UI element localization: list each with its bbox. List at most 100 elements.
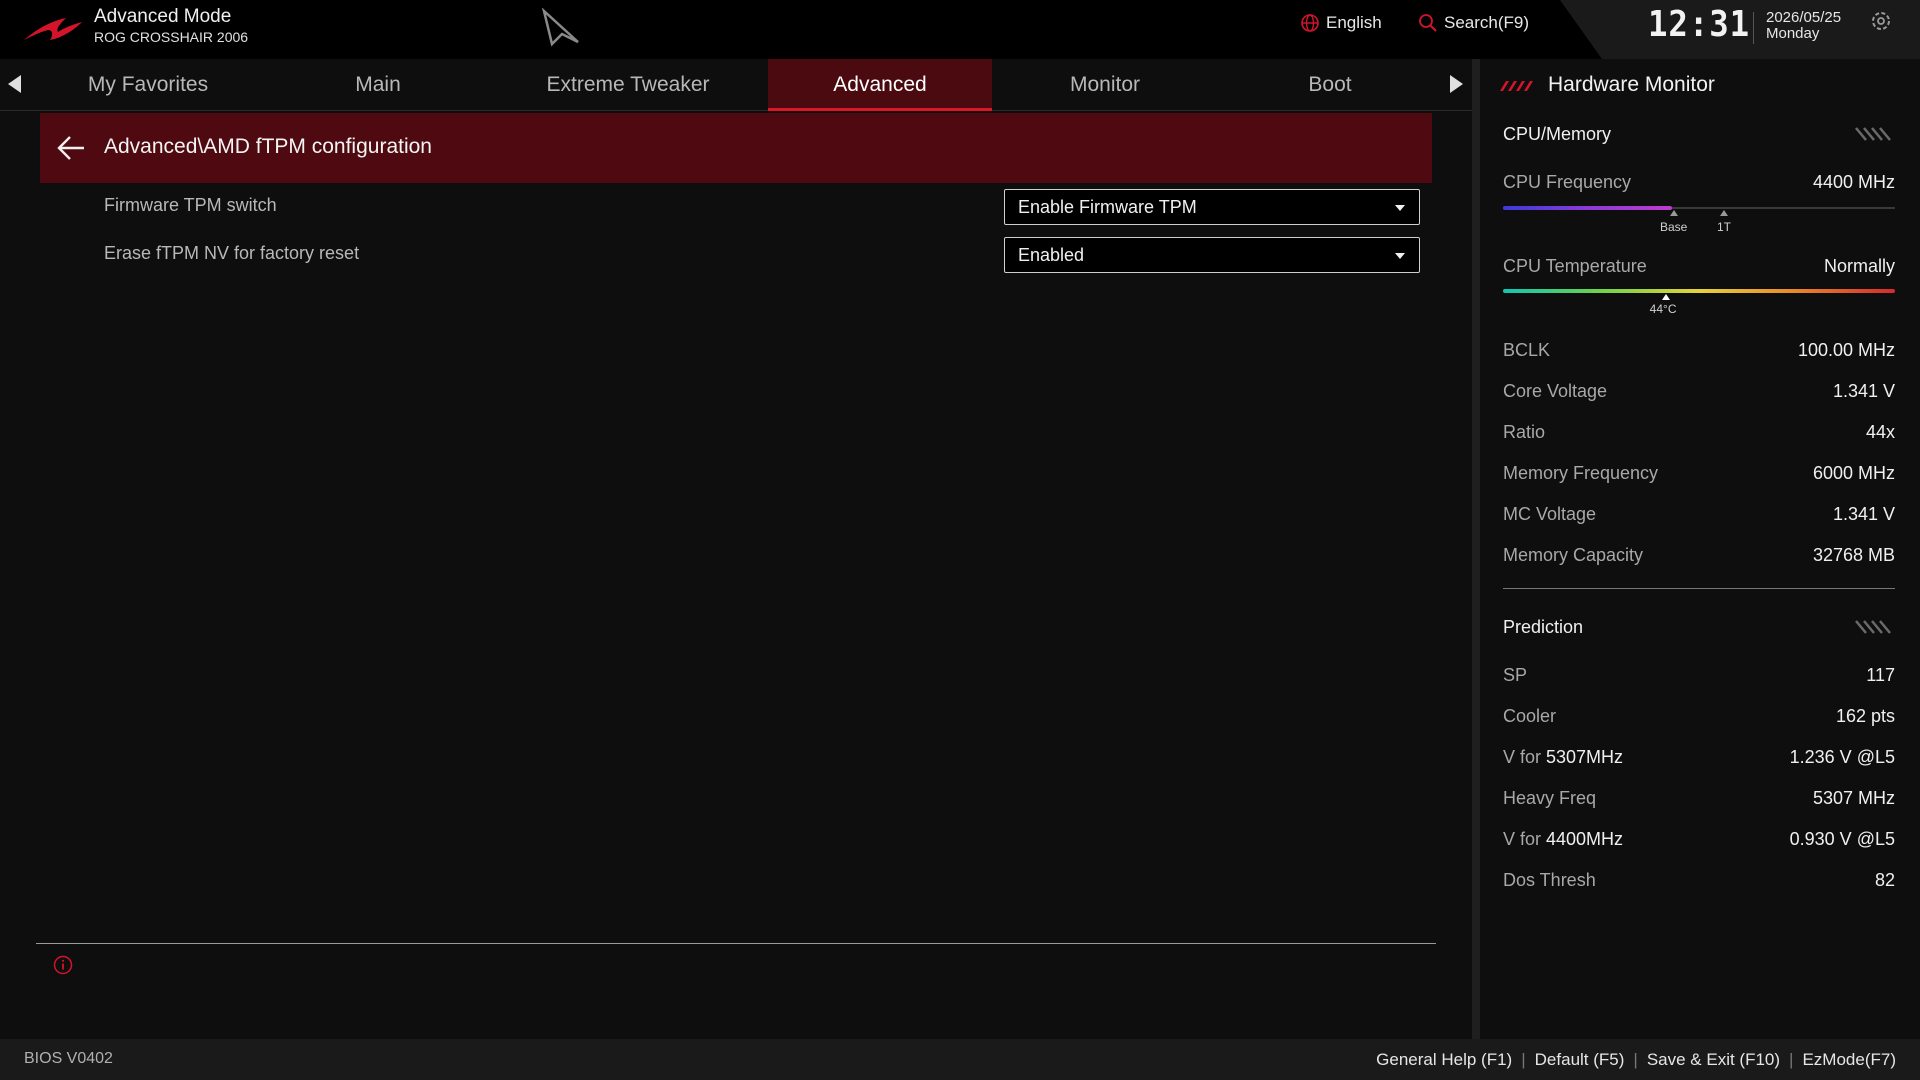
search-button[interactable]: Search(F9) <box>1418 13 1529 33</box>
top-bar: Advanced Mode ROG CROSSHAIR 2006 English… <box>0 0 1920 59</box>
globe-icon <box>1301 14 1319 32</box>
hw-value: 32768 MB <box>1812 545 1895 565</box>
setting-row-firmware-tpm: Firmware TPM switch Enable Firmware TPM <box>40 185 1432 229</box>
setting-row-erase-ftpm: Erase fTPM NV for factory reset Enabled <box>40 233 1432 277</box>
hw-value: 6000 MHz <box>1812 463 1895 483</box>
tab-scroll-right-icon[interactable] <box>1450 75 1463 93</box>
settings-icon[interactable] <box>1870 10 1892 32</box>
default-button[interactable]: Default (F5) <box>1535 1050 1625 1070</box>
breadcrumb-path: Advanced\AMD fTPM configuration <box>104 135 432 158</box>
clock: 12:31 <box>1648 4 1751 45</box>
footer-actions: General Help (F1) | Default (F5) | Save … <box>1376 1050 1896 1070</box>
hw-label: Memory Frequency <box>1503 463 1659 483</box>
bclk-row: BCLK 100.00 MHz <box>1503 340 1895 364</box>
footer-separator: | <box>1789 1050 1794 1069</box>
hw-value: Normally <box>1823 256 1895 276</box>
hw-value: 0.930 V @L5 <box>1789 829 1895 849</box>
hw-label: CPU Frequency <box>1503 172 1632 192</box>
cpu-frequency-fill <box>1503 206 1672 210</box>
hw-value: 1.236 V @L5 <box>1789 747 1895 767</box>
hw-label: Heavy Freq <box>1503 788 1597 808</box>
hw-value: 117 <box>1866 665 1895 685</box>
1t-marker-label: 1T <box>1717 220 1732 234</box>
firmware-tpm-select[interactable]: Enable Firmware TPM <box>1004 189 1420 225</box>
hw-label: CPU Temperature <box>1503 256 1647 276</box>
hw-value: 82 <box>1874 870 1895 890</box>
memory-capacity-row: Memory Capacity 32768 MB <box>1503 545 1895 569</box>
cpu-frequency-row: CPU Frequency 4400 MHz <box>1503 172 1895 196</box>
section-prediction: Prediction <box>1503 617 1584 637</box>
hw-label: MC Voltage <box>1503 504 1597 524</box>
date-text: 2026/05/25 <box>1766 9 1842 26</box>
hw-label: SP <box>1503 665 1528 685</box>
hw-label: BCLK <box>1503 340 1551 360</box>
date-block: 2026/05/25 Monday <box>1766 10 1841 42</box>
tab-main[interactable]: Main <box>266 59 490 111</box>
sp-row: SP 117 <box>1503 665 1895 689</box>
ezmode-button[interactable]: EzMode(F7) <box>1802 1050 1896 1070</box>
hw-label-freq: 5307MHz <box>1546 747 1624 767</box>
bottom-bar: BIOS V0402 General Help (F1) | Default (… <box>0 1039 1920 1080</box>
hw-label: V for 4400MHz <box>1503 829 1623 850</box>
hardware-monitor-title: Hardware Monitor <box>1548 73 1715 96</box>
erase-ftpm-select[interactable]: Enabled <box>1004 237 1420 273</box>
general-help-button[interactable]: General Help (F1) <box>1376 1050 1512 1070</box>
hw-value: 4400 MHz <box>1812 172 1895 192</box>
hw-label: Ratio <box>1503 422 1546 442</box>
core-voltage-row: Core Voltage 1.341 V <box>1503 381 1895 405</box>
hw-label: V for 5307MHz <box>1503 747 1623 768</box>
mode-title: Advanced Mode <box>94 6 232 27</box>
memory-frequency-row: Memory Frequency 6000 MHz <box>1503 463 1895 487</box>
base-marker-label: Base <box>1660 220 1688 234</box>
hw-label: Memory Capacity <box>1503 545 1644 565</box>
v-for-4400-row: V for 4400MHz 0.930 V @L5 <box>1503 829 1895 853</box>
chevron-down-icon <box>1395 205 1405 211</box>
info-icon <box>53 955 73 975</box>
cooler-row: Cooler 162 pts <box>1503 706 1895 730</box>
tab-boot[interactable]: Boot <box>1218 59 1442 111</box>
breadcrumb: Advanced\AMD fTPM configuration <box>40 113 1432 183</box>
cpu-temperature-row: CPU Temperature Normally <box>1503 256 1895 280</box>
chevron-down-icon <box>1395 253 1405 259</box>
tab-advanced[interactable]: Advanced <box>768 59 992 111</box>
section-cpu-memory: CPU/Memory <box>1503 124 1612 144</box>
setting-label: Firmware TPM switch <box>104 195 277 215</box>
save-exit-button[interactable]: Save & Exit (F10) <box>1647 1050 1780 1070</box>
weekday-text: Monday <box>1766 25 1820 42</box>
base-marker-icon <box>1670 210 1678 216</box>
hw-label: Dos Thresh <box>1503 870 1596 890</box>
clock-divider <box>1753 12 1754 44</box>
hw-value: 5307 MHz <box>1812 788 1895 808</box>
cpu-temperature-bar <box>1503 289 1895 293</box>
select-value: Enable Firmware TPM <box>1018 197 1197 217</box>
hw-value: 100.00 MHz <box>1797 340 1895 360</box>
center-logo-icon <box>541 8 579 47</box>
temperature-reading: 44°C <box>1649 302 1677 316</box>
section-stripes-icon <box>1855 127 1891 141</box>
language-button[interactable]: English <box>1300 13 1382 33</box>
hw-value: 162 pts <box>1835 706 1895 726</box>
footer-separator: | <box>1521 1050 1526 1069</box>
hw-value: 44x <box>1865 422 1895 442</box>
board-name: ROG CROSSHAIR 2006 <box>94 29 249 45</box>
tab-monitor[interactable]: Monitor <box>993 59 1217 111</box>
1t-marker-icon <box>1720 210 1728 216</box>
heavy-freq-row: Heavy Freq 5307 MHz <box>1503 788 1895 812</box>
tab-my-favorites[interactable]: My Favorites <box>36 59 260 111</box>
hw-label-prefix: V for <box>1503 829 1547 849</box>
section-stripes-icon <box>1855 620 1891 634</box>
hardware-monitor-panel: Hardware Monitor CPU/Memory CPU Frequenc… <box>1480 59 1920 1039</box>
hw-label-freq: 4400MHz <box>1546 829 1624 849</box>
search-label: Search(F9) <box>1444 13 1530 32</box>
ratio-row: Ratio 44x <box>1503 422 1895 446</box>
hw-label: Core Voltage <box>1503 381 1608 401</box>
hw-label: Cooler <box>1503 706 1557 726</box>
v-for-5307-row: V for 5307MHz 1.236 V @L5 <box>1503 747 1895 771</box>
temperature-marker-icon <box>1661 294 1670 300</box>
back-arrow-icon[interactable] <box>56 133 86 163</box>
language-label: English <box>1326 13 1382 32</box>
tab-extreme-tweaker[interactable]: Extreme Tweaker <box>516 59 740 111</box>
cpu-frequency-bar <box>1503 206 1895 210</box>
select-value: Enabled <box>1018 245 1085 265</box>
tab-scroll-left-icon[interactable] <box>8 75 21 93</box>
